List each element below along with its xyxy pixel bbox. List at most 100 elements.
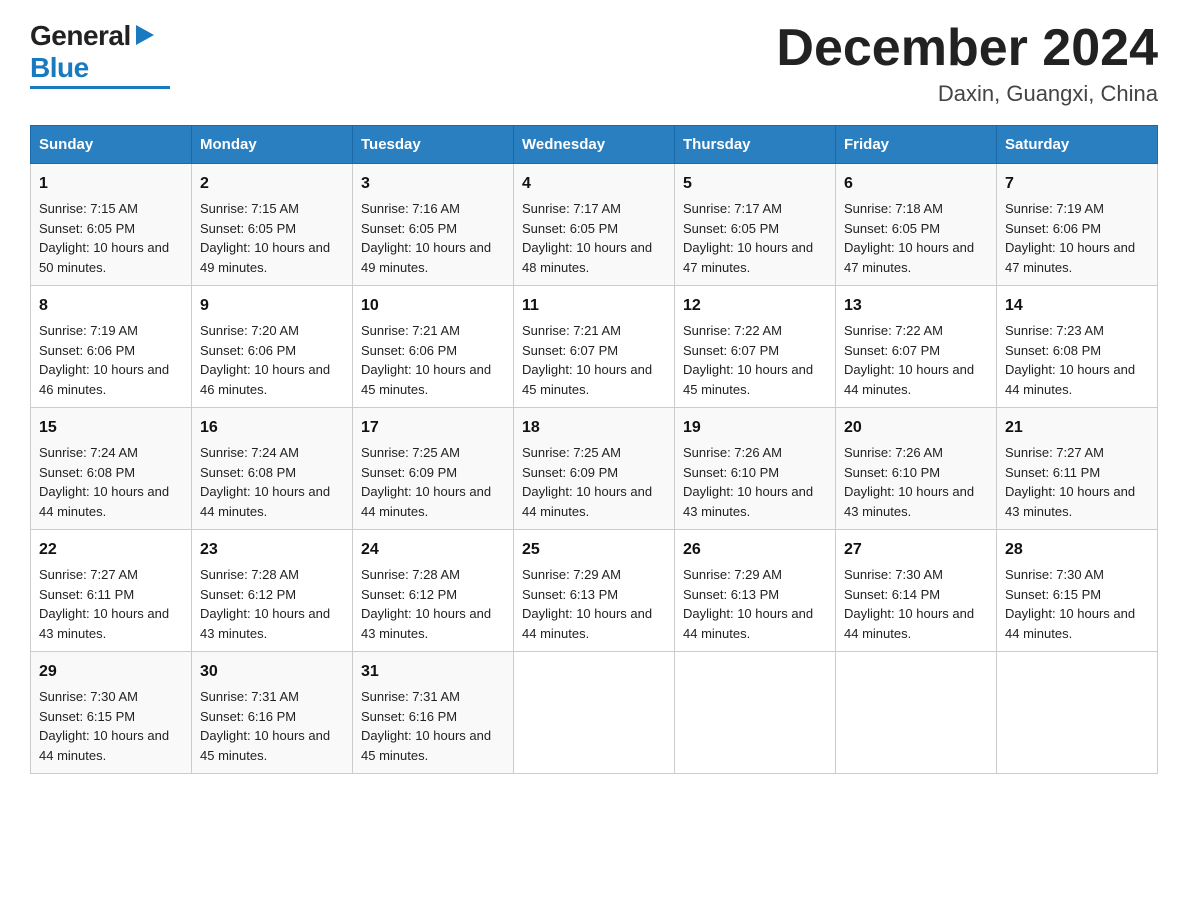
calendar-cell xyxy=(997,652,1158,774)
calendar-cell: 4 Sunrise: 7:17 AMSunset: 6:05 PMDaylight… xyxy=(514,164,675,286)
calendar-cell: 11 Sunrise: 7:21 AMSunset: 6:07 PMDayligh… xyxy=(514,286,675,408)
logo-underline xyxy=(30,86,170,89)
day-number: 15 xyxy=(39,416,183,440)
day-number: 11 xyxy=(522,294,666,318)
day-number: 12 xyxy=(683,294,827,318)
calendar-table: SundayMondayTuesdayWednesdayThursdayFrid… xyxy=(30,125,1158,774)
calendar-cell: 17 Sunrise: 7:25 AMSunset: 6:09 PMDayligh… xyxy=(353,408,514,530)
day-info: Sunrise: 7:25 AMSunset: 6:09 PMDaylight:… xyxy=(522,445,652,519)
calendar-cell: 30 Sunrise: 7:31 AMSunset: 6:16 PMDayligh… xyxy=(192,652,353,774)
day-info: Sunrise: 7:15 AMSunset: 6:05 PMDaylight:… xyxy=(39,201,169,275)
day-number: 13 xyxy=(844,294,988,318)
day-number: 3 xyxy=(361,172,505,196)
calendar-cell: 8Sunrise: 7:19 AMSunset: 6:06 PMDaylight… xyxy=(31,286,192,408)
day-number: 16 xyxy=(200,416,344,440)
day-info: Sunrise: 7:31 AMSunset: 6:16 PMDaylight:… xyxy=(200,689,330,763)
day-info: Sunrise: 7:17 AMSunset: 6:05 PMDaylight:… xyxy=(522,201,652,275)
calendar-cell: 12Sunrise: 7:22 AMSunset: 6:07 PMDayligh… xyxy=(675,286,836,408)
calendar-cell: 1 Sunrise: 7:15 AMSunset: 6:05 PMDaylight… xyxy=(31,164,192,286)
calendar-cell: 18 Sunrise: 7:25 AMSunset: 6:09 PMDayligh… xyxy=(514,408,675,530)
day-info: Sunrise: 7:30 AMSunset: 6:15 PMDaylight:… xyxy=(1005,567,1135,641)
day-info: Sunrise: 7:24 AMSunset: 6:08 PMDaylight:… xyxy=(39,445,169,519)
day-info: Sunrise: 7:26 AMSunset: 6:10 PMDaylight:… xyxy=(683,445,813,519)
day-number: 17 xyxy=(361,416,505,440)
day-info: Sunrise: 7:21 AMSunset: 6:06 PMDaylight:… xyxy=(361,323,491,397)
logo-flag-icon xyxy=(132,21,160,49)
weekday-header-monday: Monday xyxy=(192,126,353,164)
day-number: 8 xyxy=(39,294,183,318)
logo: General Blue xyxy=(30,20,170,89)
title-area: December 2024 Daxin, Guangxi, China xyxy=(776,20,1158,107)
calendar-cell: 23Sunrise: 7:28 AMSunset: 6:12 PMDayligh… xyxy=(192,530,353,652)
calendar-cell xyxy=(836,652,997,774)
day-number: 6 xyxy=(844,172,988,196)
day-number: 30 xyxy=(200,660,344,684)
day-info: Sunrise: 7:24 AMSunset: 6:08 PMDaylight:… xyxy=(200,445,330,519)
day-number: 26 xyxy=(683,538,827,562)
calendar-cell: 3 Sunrise: 7:16 AMSunset: 6:05 PMDaylight… xyxy=(353,164,514,286)
calendar-week-row: 22Sunrise: 7:27 AMSunset: 6:11 PMDayligh… xyxy=(31,530,1158,652)
calendar-cell: 13 Sunrise: 7:22 AMSunset: 6:07 PMDayligh… xyxy=(836,286,997,408)
day-number: 27 xyxy=(844,538,988,562)
day-info: Sunrise: 7:23 AMSunset: 6:08 PMDaylight:… xyxy=(1005,323,1135,397)
page-title: December 2024 xyxy=(776,20,1158,77)
calendar-cell: 22Sunrise: 7:27 AMSunset: 6:11 PMDayligh… xyxy=(31,530,192,652)
day-info: Sunrise: 7:22 AMSunset: 6:07 PMDaylight:… xyxy=(844,323,974,397)
day-info: Sunrise: 7:21 AMSunset: 6:07 PMDaylight:… xyxy=(522,323,652,397)
weekday-header-friday: Friday xyxy=(836,126,997,164)
calendar-cell: 10 Sunrise: 7:21 AMSunset: 6:06 PMDayligh… xyxy=(353,286,514,408)
day-info: Sunrise: 7:15 AMSunset: 6:05 PMDaylight:… xyxy=(200,201,330,275)
calendar-cell: 2Sunrise: 7:15 AMSunset: 6:05 PMDaylight… xyxy=(192,164,353,286)
day-info: Sunrise: 7:28 AMSunset: 6:12 PMDaylight:… xyxy=(200,567,330,641)
day-info: Sunrise: 7:19 AMSunset: 6:06 PMDaylight:… xyxy=(1005,201,1135,275)
day-number: 25 xyxy=(522,538,666,562)
day-info: Sunrise: 7:30 AMSunset: 6:14 PMDaylight:… xyxy=(844,567,974,641)
calendar-cell: 26 Sunrise: 7:29 AMSunset: 6:13 PMDayligh… xyxy=(675,530,836,652)
day-number: 18 xyxy=(522,416,666,440)
day-number: 4 xyxy=(522,172,666,196)
calendar-header-row: SundayMondayTuesdayWednesdayThursdayFrid… xyxy=(31,126,1158,164)
day-number: 28 xyxy=(1005,538,1149,562)
day-number: 7 xyxy=(1005,172,1149,196)
calendar-week-row: 8Sunrise: 7:19 AMSunset: 6:06 PMDaylight… xyxy=(31,286,1158,408)
calendar-cell xyxy=(675,652,836,774)
day-info: Sunrise: 7:26 AMSunset: 6:10 PMDaylight:… xyxy=(844,445,974,519)
calendar-cell: 31 Sunrise: 7:31 AMSunset: 6:16 PMDayligh… xyxy=(353,652,514,774)
calendar-cell: 14 Sunrise: 7:23 AMSunset: 6:08 PMDayligh… xyxy=(997,286,1158,408)
calendar-cell: 6 Sunrise: 7:18 AMSunset: 6:05 PMDaylight… xyxy=(836,164,997,286)
day-info: Sunrise: 7:31 AMSunset: 6:16 PMDaylight:… xyxy=(361,689,491,763)
calendar-cell: 21Sunrise: 7:27 AMSunset: 6:11 PMDayligh… xyxy=(997,408,1158,530)
page-header: General Blue December 2024 Daxin, Guangx… xyxy=(30,20,1158,107)
calendar-cell: 24 Sunrise: 7:28 AMSunset: 6:12 PMDayligh… xyxy=(353,530,514,652)
day-number: 14 xyxy=(1005,294,1149,318)
calendar-cell: 27 Sunrise: 7:30 AMSunset: 6:14 PMDayligh… xyxy=(836,530,997,652)
logo-general-text: General xyxy=(30,20,131,52)
calendar-cell: 28 Sunrise: 7:30 AMSunset: 6:15 PMDayligh… xyxy=(997,530,1158,652)
day-info: Sunrise: 7:29 AMSunset: 6:13 PMDaylight:… xyxy=(683,567,813,641)
calendar-week-row: 1 Sunrise: 7:15 AMSunset: 6:05 PMDaylight… xyxy=(31,164,1158,286)
calendar-cell: 20 Sunrise: 7:26 AMSunset: 6:10 PMDayligh… xyxy=(836,408,997,530)
weekday-header-sunday: Sunday xyxy=(31,126,192,164)
day-number: 10 xyxy=(361,294,505,318)
day-info: Sunrise: 7:16 AMSunset: 6:05 PMDaylight:… xyxy=(361,201,491,275)
day-info: Sunrise: 7:28 AMSunset: 6:12 PMDaylight:… xyxy=(361,567,491,641)
day-info: Sunrise: 7:18 AMSunset: 6:05 PMDaylight:… xyxy=(844,201,974,275)
day-number: 1 xyxy=(39,172,183,196)
day-info: Sunrise: 7:17 AMSunset: 6:05 PMDaylight:… xyxy=(683,201,813,275)
day-number: 24 xyxy=(361,538,505,562)
calendar-cell: 15 Sunrise: 7:24 AMSunset: 6:08 PMDayligh… xyxy=(31,408,192,530)
day-number: 21 xyxy=(1005,416,1149,440)
calendar-cell: 9Sunrise: 7:20 AMSunset: 6:06 PMDaylight… xyxy=(192,286,353,408)
calendar-cell: 25 Sunrise: 7:29 AMSunset: 6:13 PMDayligh… xyxy=(514,530,675,652)
day-info: Sunrise: 7:27 AMSunset: 6:11 PMDaylight:… xyxy=(39,567,169,641)
day-number: 19 xyxy=(683,416,827,440)
calendar-cell: 19 Sunrise: 7:26 AMSunset: 6:10 PMDayligh… xyxy=(675,408,836,530)
day-info: Sunrise: 7:25 AMSunset: 6:09 PMDaylight:… xyxy=(361,445,491,519)
day-info: Sunrise: 7:29 AMSunset: 6:13 PMDaylight:… xyxy=(522,567,652,641)
day-number: 9 xyxy=(200,294,344,318)
weekday-header-wednesday: Wednesday xyxy=(514,126,675,164)
day-info: Sunrise: 7:30 AMSunset: 6:15 PMDaylight:… xyxy=(39,689,169,763)
calendar-cell: 29Sunrise: 7:30 AMSunset: 6:15 PMDayligh… xyxy=(31,652,192,774)
day-number: 31 xyxy=(361,660,505,684)
day-number: 20 xyxy=(844,416,988,440)
